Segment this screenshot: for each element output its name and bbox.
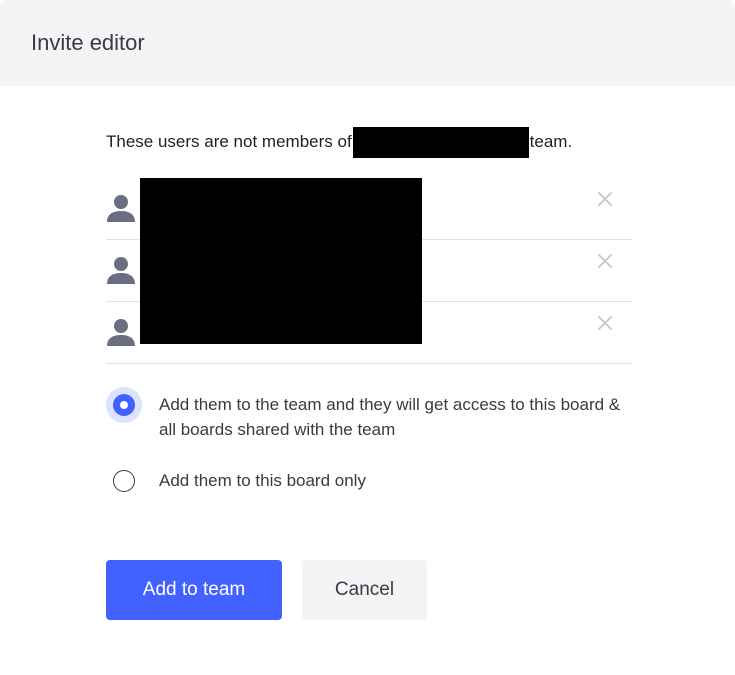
redacted-user-names (140, 178, 422, 344)
radio-add-to-team[interactable] (106, 387, 142, 423)
cancel-button[interactable]: Cancel (302, 560, 427, 620)
dialog-title: Invite editor (31, 30, 145, 55)
radio-selected-indicator (106, 387, 142, 423)
option-board-only[interactable]: Add them to this board only (106, 462, 626, 499)
access-options: Add them to the team and they will get a… (106, 386, 626, 499)
dialog-header: Invite editor (0, 0, 735, 86)
option-board-only-label: Add them to this board only (159, 471, 366, 490)
option-add-to-team[interactable]: Add them to the team and they will get a… (106, 386, 626, 442)
user-icon (107, 257, 135, 284)
user-icon (107, 319, 135, 346)
notice-prefix: These users are not members of (106, 132, 352, 151)
invite-editor-dialog: Invite editor These users are not member… (0, 0, 735, 675)
user-icon (107, 195, 135, 222)
redacted-team-name (352, 126, 529, 158)
non-member-notice: These users are not members of team. (106, 126, 573, 158)
radio-empty-indicator (113, 470, 135, 492)
add-to-team-button[interactable]: Add to team (106, 560, 282, 620)
radio-board-only[interactable] (106, 463, 142, 499)
close-icon[interactable] (598, 316, 612, 330)
close-icon[interactable] (598, 254, 612, 268)
close-icon[interactable] (598, 192, 612, 206)
notice-suffix: team. (529, 132, 573, 151)
option-add-to-team-label: Add them to the team and they will get a… (159, 395, 621, 439)
